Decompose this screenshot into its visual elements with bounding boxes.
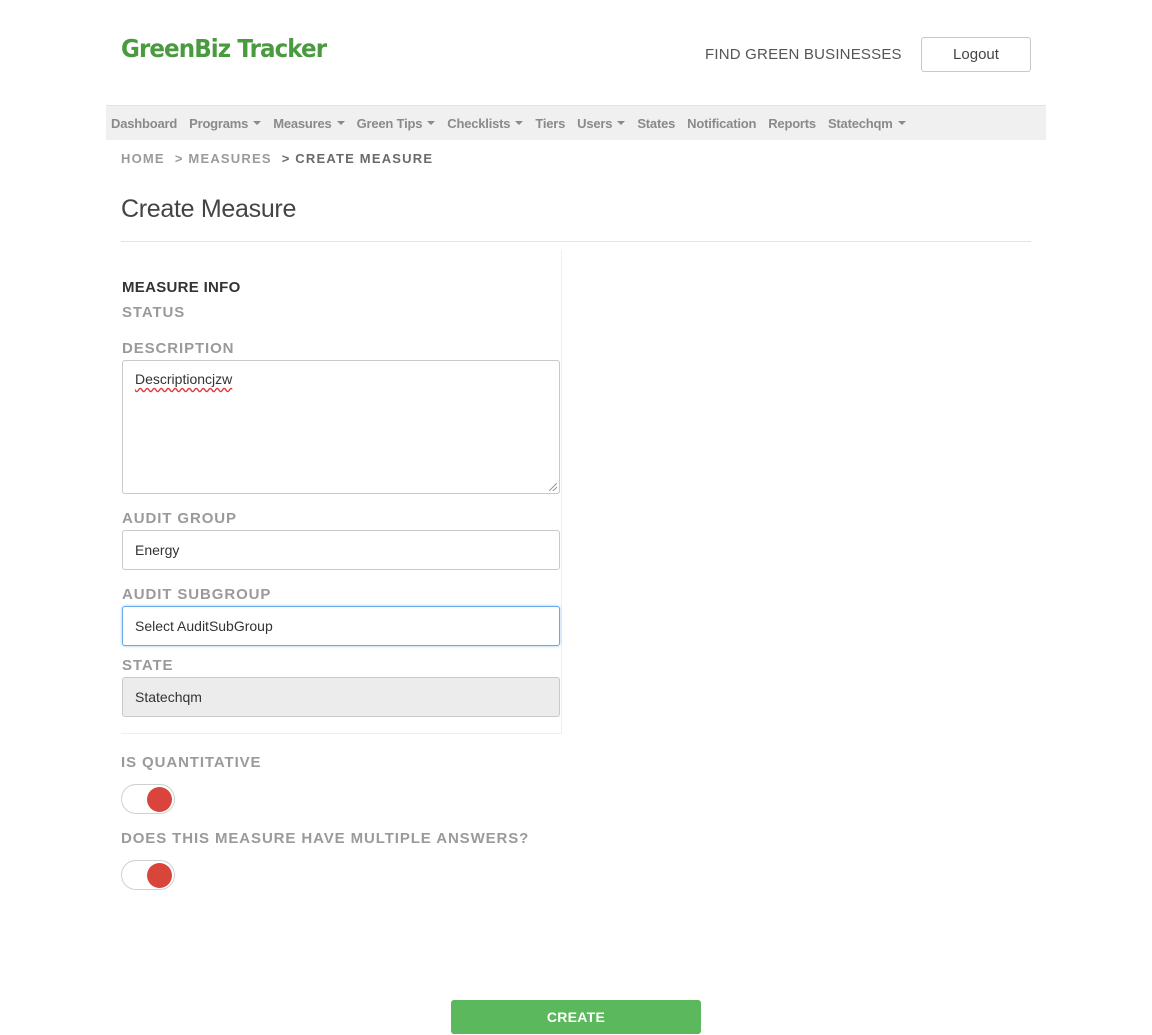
nav-item-measures[interactable]: Measures: [273, 115, 345, 131]
nav-item-label: Statechqm: [827, 115, 893, 131]
nav-item-users[interactable]: Users: [577, 115, 626, 131]
audit-subgroup-label: AUDIT SUBGROUP: [122, 586, 272, 603]
description-textarea[interactable]: Descriptioncjzw: [122, 360, 560, 494]
nav-item-dashboard[interactable]: Dashboard: [111, 116, 177, 131]
nav-item-label: Measures: [273, 115, 332, 131]
logout-button[interactable]: Logout: [921, 37, 1031, 72]
breadcrumb-measures[interactable]: > MEASURES: [175, 151, 272, 166]
logo[interactable]: GreenBiz Tracker: [121, 34, 327, 63]
breadcrumb: HOME > MEASURES > CREATE MEASURE: [121, 151, 433, 166]
status-label: STATUS: [122, 304, 186, 321]
audit-group-select[interactable]: Energy: [122, 530, 560, 570]
description-value: Descriptioncjzw: [135, 371, 233, 387]
breadcrumb-home[interactable]: HOME: [121, 151, 165, 166]
nav-item-statechqm[interactable]: Statechqm: [828, 116, 906, 131]
toggle-knob: [147, 787, 172, 812]
nav-item-green-tips[interactable]: Green Tips: [357, 116, 436, 131]
multiple-answers-label: DOES THIS MEASURE HAVE MULTIPLE ANSWERS?: [121, 830, 530, 847]
create-button[interactable]: CREATE: [451, 1000, 701, 1034]
state-label: STATE: [122, 657, 174, 674]
nav-item-label: Notification: [687, 115, 757, 131]
title-divider: [121, 241, 1031, 242]
toggle-knob: [147, 863, 172, 888]
nav-item-label: Reports: [768, 115, 816, 131]
nav-item-label: States: [637, 115, 676, 131]
breadcrumb-current: > CREATE MEASURE: [281, 151, 434, 166]
audit-subgroup-select[interactable]: Select AuditSubGroup: [122, 606, 560, 646]
nav-item-states[interactable]: States: [637, 116, 675, 131]
resize-grip-icon[interactable]: [549, 483, 557, 491]
nav-item-label: Green Tips: [356, 115, 423, 131]
caret-down-icon: [515, 121, 524, 125]
caret-down-icon: [427, 121, 436, 125]
caret-down-icon: [253, 121, 262, 125]
nav-item-label: Dashboard: [111, 115, 178, 131]
section-title: MEASURE INFO: [122, 279, 241, 296]
audit-group-label: AUDIT GROUP: [122, 510, 237, 527]
nav-item-label: Programs: [189, 115, 249, 131]
caret-down-icon: [336, 121, 345, 125]
nav-item-programs[interactable]: Programs: [189, 115, 262, 131]
description-label: DESCRIPTION: [122, 340, 235, 357]
state-field: Statechqm: [122, 677, 560, 717]
nav-item-checklists[interactable]: Checklists: [447, 115, 524, 131]
caret-down-icon: [897, 121, 906, 125]
nav-item-reports[interactable]: Reports: [768, 116, 816, 131]
main-navbar: Dashboard Programs Measures Green Tips C…: [106, 105, 1046, 140]
caret-down-icon: [617, 121, 626, 125]
nav-item-label: Users: [577, 115, 613, 131]
nav-item-tiers[interactable]: Tiers: [535, 116, 565, 131]
multiple-answers-toggle[interactable]: [121, 860, 175, 890]
nav-item-label: Tiers: [535, 115, 566, 131]
nav-item-notification[interactable]: Notification: [687, 116, 756, 131]
page-title: Create Measure: [121, 195, 297, 223]
find-green-businesses-link[interactable]: FIND GREEN BUSINESSES: [705, 46, 902, 63]
is-quantitative-label: IS QUANTITATIVE: [121, 754, 262, 771]
nav-item-label: Checklists: [447, 115, 511, 131]
is-quantitative-toggle[interactable]: [121, 784, 175, 814]
